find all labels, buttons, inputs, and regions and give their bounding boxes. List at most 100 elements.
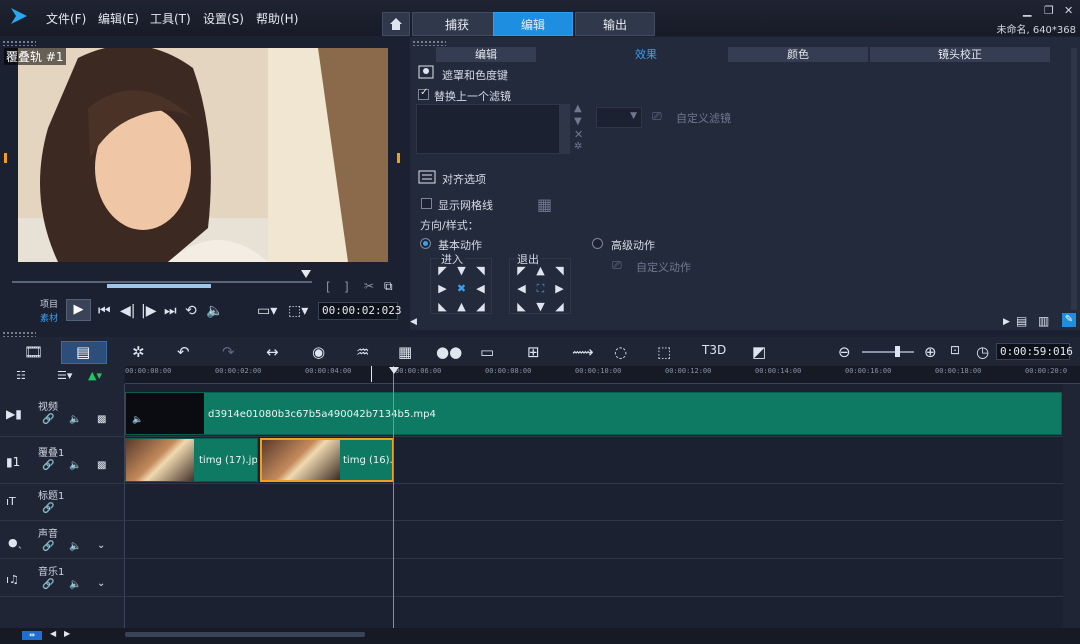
- undo-icon[interactable]: ↶: [177, 343, 190, 361]
- next-frame-icon[interactable]: |▶: [141, 303, 156, 319]
- basic-motion-radio[interactable]: [420, 238, 431, 249]
- custom-filter-button[interactable]: 自定义滤镜: [676, 110, 731, 126]
- music-mute-icon[interactable]: 🔈: [69, 579, 81, 590]
- enter-left-icon[interactable]: ▶: [433, 280, 452, 298]
- crop-handle-right[interactable]: [397, 153, 400, 163]
- scroll-left-icon[interactable]: ◀: [50, 629, 56, 638]
- motion-tracking-icon[interactable]: ●●: [436, 343, 462, 361]
- exit-right-icon[interactable]: ▶: [550, 280, 569, 298]
- replace-filter-label[interactable]: 替换上一个滤镜: [434, 88, 511, 104]
- title-link-icon[interactable]: 🔗: [42, 503, 54, 514]
- tab-options-lens[interactable]: 镜头校正: [870, 47, 1050, 62]
- record-capture-icon[interactable]: ◉: [312, 343, 325, 361]
- enter-none-icon[interactable]: ✖: [452, 280, 471, 298]
- enter-bottom-right-icon[interactable]: ◢: [471, 298, 490, 316]
- tab-options-effect[interactable]: 效果: [576, 47, 716, 62]
- custom-motion-button[interactable]: 自定义动作: [636, 259, 691, 275]
- zoom-in-icon[interactable]: ⊕: [924, 343, 937, 361]
- voice-link-icon[interactable]: 🔗: [42, 541, 54, 552]
- split-clip-icon[interactable]: ✂: [364, 279, 374, 293]
- filter-list-scrollbar[interactable]: [560, 104, 570, 154]
- zoom-out-icon[interactable]: ⊖: [838, 343, 851, 361]
- expand-right-icon[interactable]: ▶: [1003, 317, 1010, 327]
- align-options-label[interactable]: 对齐选项: [442, 171, 486, 187]
- in-marker[interactable]: [371, 366, 372, 382]
- move-down-icon[interactable]: ▼: [574, 116, 582, 127]
- project-mode-label[interactable]: 项目: [40, 297, 58, 310]
- safe-area-icon[interactable]: ⬚▾: [288, 303, 308, 319]
- menu-edit[interactable]: 编辑(E): [98, 10, 139, 27]
- enter-top-right-icon[interactable]: ◥: [471, 262, 490, 280]
- scroll-right-icon[interactable]: ▶: [64, 629, 70, 638]
- tab-edit[interactable]: 编辑: [493, 12, 573, 36]
- mark-in-icon[interactable]: [: [326, 280, 331, 294]
- redo-icon[interactable]: ↷: [222, 343, 235, 361]
- exit-direction-grid[interactable]: ◤ ▲ ◥ ◀ ⛶ ▶ ◣ ▼ ◢: [512, 262, 569, 316]
- timeline-horizontal-scrollbar[interactable]: [125, 632, 365, 637]
- voice-expand-icon[interactable]: ⌄: [97, 540, 105, 551]
- toolbox-icon[interactable]: ✲: [132, 343, 145, 361]
- mask-chroma-label[interactable]: 遮罩和色度键: [442, 67, 508, 83]
- exit-top-icon[interactable]: ▲: [531, 262, 550, 280]
- pan-zoom-icon[interactable]: ⬚: [657, 343, 671, 361]
- preview-frame[interactable]: [18, 48, 388, 262]
- tab-share[interactable]: 输出: [575, 12, 655, 36]
- mask-creator-icon[interactable]: ◌: [614, 343, 627, 361]
- fit-project-icon[interactable]: ⊡: [950, 343, 960, 357]
- voice-mute-icon[interactable]: 🔈: [69, 541, 81, 552]
- zoom-slider[interactable]: [862, 351, 914, 353]
- fit-timeline-icon[interactable]: ⇹: [22, 631, 42, 640]
- music-link-icon[interactable]: 🔗: [42, 579, 54, 590]
- sound-mixer-icon[interactable]: ♒: [356, 343, 369, 361]
- time-remapping-icon[interactable]: ⟿: [572, 343, 594, 361]
- filter-preset-dropdown[interactable]: ▼: [596, 107, 642, 128]
- grid-settings-icon[interactable]: ▦: [537, 195, 552, 214]
- minimize-icon[interactable]: ▁: [1023, 4, 1031, 17]
- menu-tools[interactable]: 工具(T): [150, 10, 191, 27]
- view-layout2-icon[interactable]: ▥: [1038, 314, 1049, 328]
- menu-file[interactable]: 文件(F): [46, 10, 86, 27]
- menu-settings[interactable]: 设置(S): [203, 10, 244, 27]
- video-ripple-icon[interactable]: ▩: [97, 414, 106, 425]
- resize-icon[interactable]: ⧉: [384, 279, 393, 294]
- enter-bottom-left-icon[interactable]: ◣: [433, 298, 452, 316]
- repeat-icon[interactable]: ⟲: [185, 303, 197, 319]
- exit-none-icon[interactable]: ⛶: [531, 280, 550, 298]
- playhead[interactable]: [393, 366, 394, 628]
- menu-help[interactable]: 帮助(H): [256, 10, 298, 27]
- go-to-start-icon[interactable]: ⏮: [98, 303, 111, 319]
- split-screen-icon[interactable]: ◩: [752, 343, 766, 361]
- tab-capture[interactable]: 捕获: [412, 12, 502, 36]
- add-marker-icon[interactable]: ▲▾: [88, 369, 102, 382]
- fit-clip-icon[interactable]: ↔: [266, 343, 279, 361]
- overlay-ripple-icon[interactable]: ▩: [97, 460, 106, 471]
- tab-options-edit[interactable]: 编辑: [436, 47, 536, 62]
- move-up-icon[interactable]: ▲: [574, 103, 582, 114]
- storyboard-view-icon[interactable]: 🎞: [24, 343, 43, 361]
- video-clip[interactable]: 🔈 d3914e01080b3c67b5a490042b7134b5.mp4: [125, 392, 1062, 435]
- advanced-motion-label[interactable]: 高级动作: [611, 237, 655, 253]
- exit-top-right-icon[interactable]: ◥: [550, 262, 569, 280]
- show-grid-checkbox[interactable]: [421, 198, 432, 209]
- options-grip[interactable]: [412, 40, 446, 46]
- track-manager-icon[interactable]: ☷: [16, 369, 26, 382]
- enter-right-icon[interactable]: ◀: [471, 280, 490, 298]
- volume-icon[interactable]: 🔈: [206, 303, 223, 319]
- view-layout3-icon[interactable]: ✎: [1062, 313, 1076, 327]
- zoom-slider-handle[interactable]: [895, 346, 900, 357]
- home-tab[interactable]: [382, 12, 410, 36]
- clip-mode-label[interactable]: 素材: [40, 311, 58, 324]
- scrubber-handle[interactable]: [301, 270, 311, 278]
- play-button[interactable]: ▶: [66, 299, 91, 321]
- remove-filter-icon[interactable]: ✕: [574, 128, 583, 141]
- overlay-mute-icon[interactable]: 🔈: [69, 460, 81, 471]
- timeline-grip[interactable]: [2, 331, 36, 337]
- aspect-ratio-icon[interactable]: ▭▾: [257, 303, 277, 319]
- reset-filter-icon[interactable]: ✲: [574, 141, 582, 152]
- enter-direction-grid[interactable]: ◤ ▼ ◥ ▶ ✖ ◀ ◣ ▲ ◢: [433, 262, 490, 316]
- exit-top-left-icon[interactable]: ◤: [512, 262, 531, 280]
- restore-icon[interactable]: ❐: [1044, 4, 1054, 17]
- view-layout1-icon[interactable]: ▤: [1016, 314, 1027, 328]
- mark-out-icon[interactable]: ]: [344, 280, 349, 294]
- close-icon[interactable]: ✕: [1064, 4, 1073, 17]
